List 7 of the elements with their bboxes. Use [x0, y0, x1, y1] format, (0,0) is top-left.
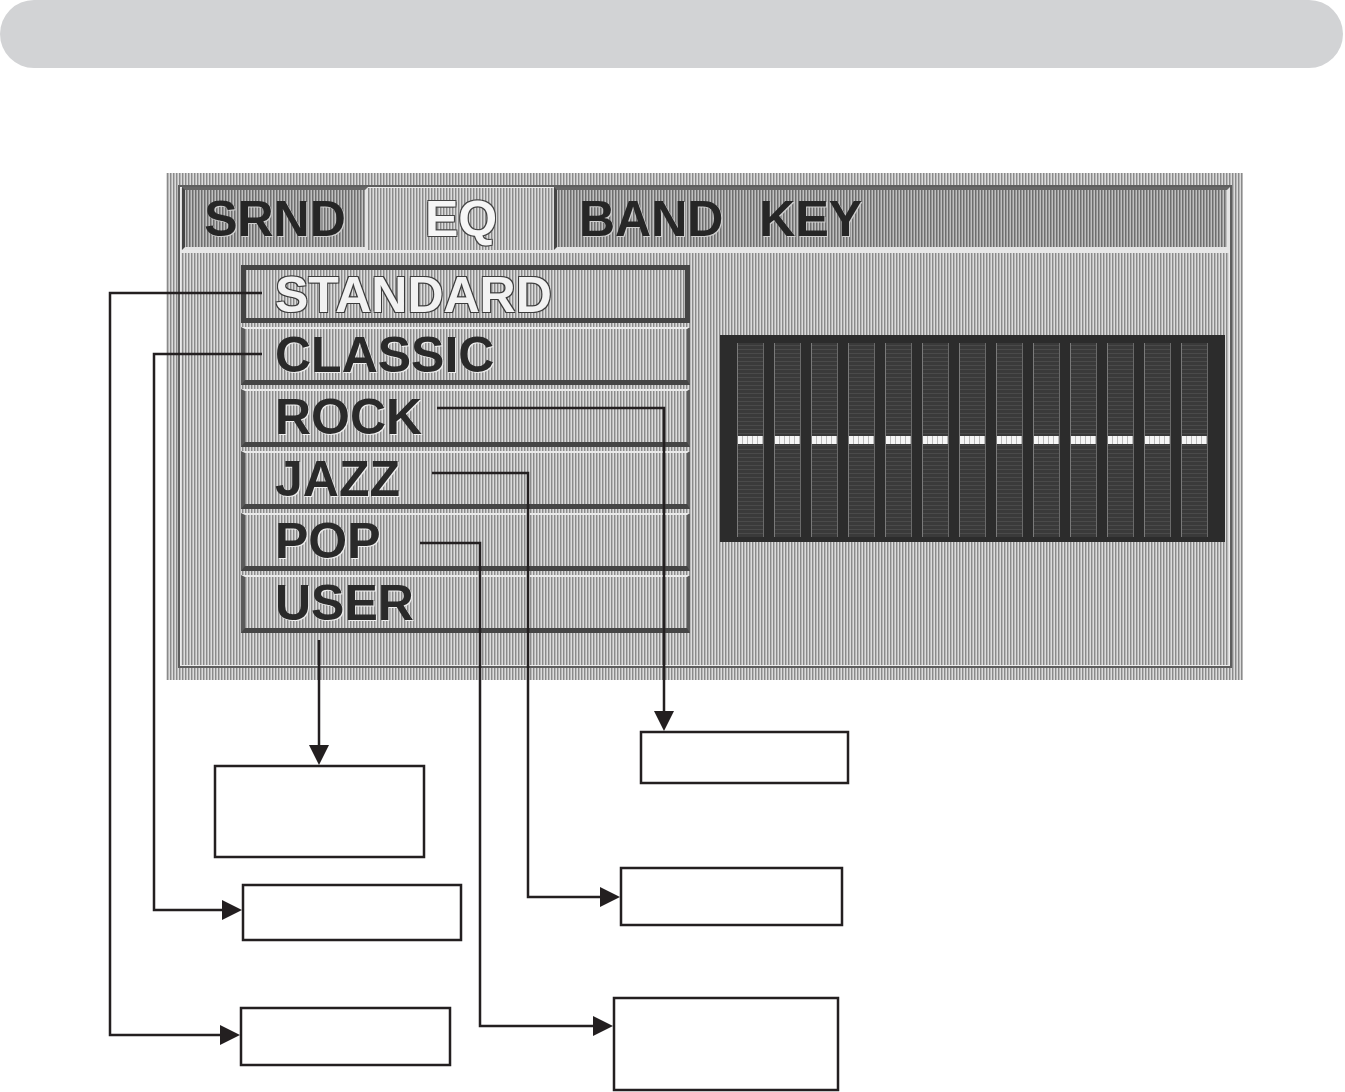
- tab[interactable]: SRND: [182, 187, 368, 250]
- preset-item[interactable]: CLASSIC: [241, 327, 690, 385]
- preset-item[interactable]: JAZZ: [241, 451, 690, 509]
- preset-item[interactable]: POP: [241, 513, 690, 571]
- preset-item[interactable]: ROCK: [241, 389, 690, 447]
- preset-item[interactable]: USER: [241, 575, 690, 633]
- tab[interactable]: BAND KEY: [554, 187, 1230, 250]
